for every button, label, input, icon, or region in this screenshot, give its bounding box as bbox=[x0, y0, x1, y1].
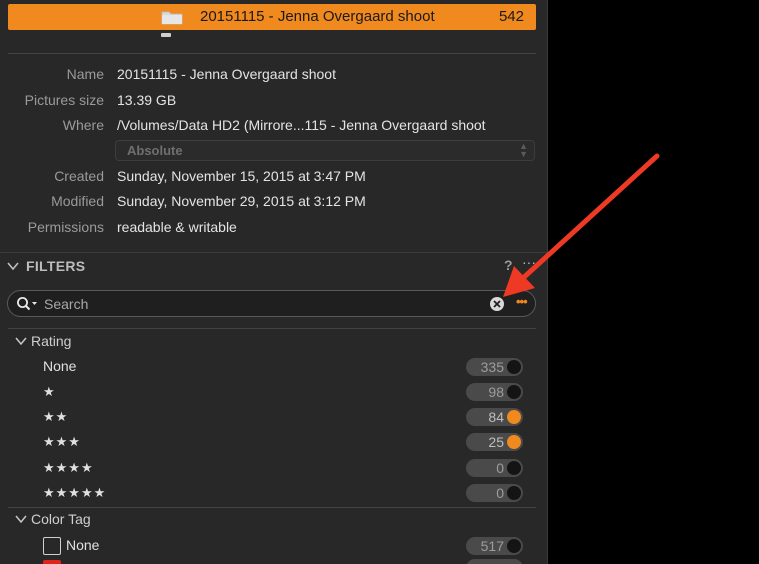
filter-count: 98 bbox=[488, 384, 504, 400]
rating-group-label: Rating bbox=[31, 333, 72, 349]
toggle-knob bbox=[507, 486, 521, 500]
color-tag-label: None bbox=[66, 537, 100, 553]
filter-count: 84 bbox=[488, 409, 504, 425]
filter-toggle[interactable]: 0 bbox=[466, 459, 523, 477]
toggle-knob bbox=[507, 410, 521, 424]
help-icon[interactable]: ? bbox=[504, 257, 513, 273]
rating-label: ★ bbox=[43, 384, 56, 399]
selected-folder-row[interactable]: 20151115 - Jenna Overgaard shoot 542 bbox=[8, 4, 536, 30]
filter-search-field[interactable]: ••• bbox=[7, 290, 536, 317]
toggle-knob bbox=[507, 385, 521, 399]
path-mode-select[interactable]: Absolute ▲ ▼ bbox=[115, 140, 535, 161]
toggle-knob bbox=[507, 539, 521, 553]
rating-row-4-stars[interactable]: ★★★★ 0 bbox=[0, 457, 547, 479]
filter-toggle[interactable]: 335 bbox=[466, 358, 523, 376]
filter-count: 25 bbox=[488, 434, 504, 450]
permissions-label: Permissions bbox=[27, 219, 104, 235]
select-arrows-icon: ▲ ▼ bbox=[519, 141, 528, 159]
divider bbox=[8, 507, 536, 508]
divider bbox=[8, 328, 536, 329]
folder-image-count: 542 bbox=[498, 8, 524, 25]
where-value: /Volumes/Data HD2 (Mirrore...115 - Jenna… bbox=[117, 117, 486, 133]
filter-count: 0 bbox=[496, 460, 504, 476]
filter-toggle[interactable]: 25 bbox=[466, 433, 523, 451]
no-color-checkbox[interactable] bbox=[43, 537, 61, 555]
scroll-indicator[interactable] bbox=[161, 33, 171, 37]
rating-row-5-stars[interactable]: ★★★★★ 0 bbox=[0, 482, 547, 504]
rating-row-3-stars[interactable]: ★★★ 25 bbox=[0, 431, 547, 453]
folder-name: 20151115 - Jenna Overgaard shoot bbox=[200, 8, 435, 25]
size-value: 13.39 GB bbox=[117, 92, 177, 108]
rating-row-none[interactable]: None 335 bbox=[0, 356, 547, 378]
modified-label: Modified bbox=[51, 193, 104, 209]
where-label: Where bbox=[62, 117, 104, 133]
color-tag-row-red[interactable] bbox=[0, 559, 547, 564]
divider bbox=[8, 53, 536, 54]
rating-row-2-stars[interactable]: ★★ 84 bbox=[0, 406, 547, 428]
divider bbox=[0, 252, 547, 253]
search-options-icon[interactable]: ••• bbox=[516, 294, 528, 309]
created-label: Created bbox=[54, 168, 104, 184]
toggle-knob bbox=[507, 435, 521, 449]
filter-toggle[interactable]: 84 bbox=[466, 408, 523, 426]
path-mode-value: Absolute bbox=[127, 143, 183, 158]
permissions-value: readable & writable bbox=[117, 219, 237, 235]
rating-label: ★★★★★ bbox=[43, 485, 107, 500]
chevron-down-icon[interactable] bbox=[15, 335, 27, 347]
rating-group-header[interactable]: Rating bbox=[0, 331, 547, 353]
rating-row-1-star[interactable]: ★ 98 bbox=[0, 381, 547, 403]
filter-toggle[interactable]: 0 bbox=[466, 484, 523, 502]
name-value: 20151115 - Jenna Overgaard shoot bbox=[117, 66, 336, 82]
name-label: Name bbox=[66, 66, 104, 82]
filter-toggle[interactable]: 98 bbox=[466, 383, 523, 401]
toggle-knob bbox=[507, 461, 521, 475]
modified-value: Sunday, November 29, 2015 at 3:12 PM bbox=[117, 193, 366, 209]
toggle-knob bbox=[507, 360, 521, 374]
filter-count: 0 bbox=[496, 485, 504, 501]
chevron-down-icon[interactable] bbox=[15, 513, 27, 525]
chevron-down-icon[interactable] bbox=[6, 259, 20, 273]
rating-label: ★★★★ bbox=[43, 460, 94, 475]
clear-search-icon[interactable] bbox=[489, 296, 505, 312]
filters-header[interactable]: FILTERS ? ··· bbox=[0, 254, 547, 280]
search-icon[interactable] bbox=[16, 296, 38, 312]
red-color-swatch[interactable] bbox=[43, 560, 61, 564]
rating-label: ★★★ bbox=[43, 434, 81, 449]
created-value: Sunday, November 15, 2015 at 3:47 PM bbox=[117, 168, 366, 184]
rating-label: None bbox=[43, 358, 77, 374]
filter-count: 335 bbox=[480, 359, 504, 375]
search-input[interactable] bbox=[44, 294, 484, 313]
color-tag-row-none[interactable]: None 517 bbox=[0, 535, 547, 557]
color-tag-group-label: Color Tag bbox=[31, 511, 91, 527]
size-label: Pictures size bbox=[24, 92, 104, 108]
filter-toggle[interactable] bbox=[466, 559, 523, 564]
filter-toggle[interactable]: 517 bbox=[466, 537, 523, 555]
more-options-icon[interactable]: ··· bbox=[522, 254, 536, 270]
filter-count: 517 bbox=[480, 538, 504, 554]
filters-title: FILTERS bbox=[26, 258, 86, 274]
rating-label: ★★ bbox=[43, 409, 69, 424]
inspector-panel: 20151115 - Jenna Overgaard shoot 542 Nam… bbox=[0, 0, 548, 564]
color-tag-group-header[interactable]: Color Tag bbox=[0, 509, 547, 531]
folder-icon bbox=[161, 11, 183, 25]
